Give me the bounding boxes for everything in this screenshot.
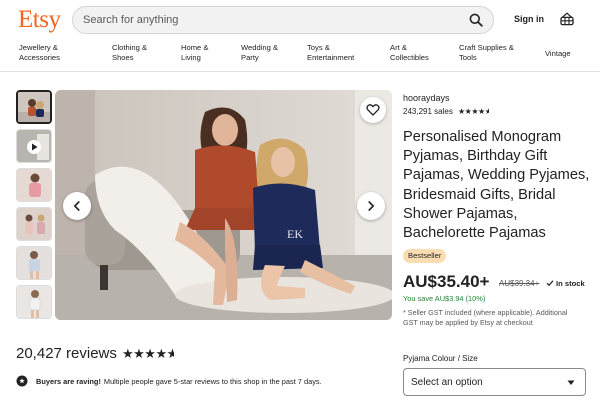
stock-status: In stock [546,279,585,288]
search-icon [469,13,483,27]
option-label: Pyjama Colour / Size [403,354,478,363]
thumbnail-image [17,247,51,279]
product-image[interactable]: EK [55,90,392,320]
bestseller-badge: Bestseller [403,249,447,263]
nav-item-toys[interactable]: Toys & Entertainment [307,43,354,63]
thumbnail-image [17,130,51,162]
original-price: AU$39.34+ [499,279,540,288]
thumbnail-1[interactable] [16,90,52,124]
thumbnail-image [17,208,51,240]
gst-note: * Seller GST included (where applicable)… [403,308,568,327]
search-input[interactable] [83,7,453,33]
product-title: Personalised Monogram Pyjamas, Birthday … [403,129,590,242]
rave-heading: Buyers are raving! [36,376,101,386]
chevron-right-icon [368,201,374,211]
thumbnail-4[interactable] [16,207,52,241]
site-header: Etsy Sign in [0,0,600,40]
heart-icon [366,104,380,116]
nav-item-home[interactable]: Home & Living [181,43,208,63]
select-value: Select an option [411,377,483,388]
etsy-logo[interactable]: Etsy [18,6,61,34]
product-price: AU$35.40+ [403,272,490,291]
review-rating-stars: ★★★★★ [122,346,174,361]
sales-count: 243,291 sales [403,107,453,116]
thumbnail-3[interactable] [16,168,52,202]
sign-in-link[interactable]: Sign in [514,14,544,24]
shopping-basket-icon [560,12,574,26]
rave-text: Multiple people gave 5-star reviews to t… [103,376,322,386]
speech-bubble-icon [16,375,28,387]
nav-item-craft[interactable]: Craft Supplies & Tools [459,43,514,63]
reviews-count[interactable]: 20,427 reviews [16,345,117,362]
nav-item-jewellery[interactable]: Jewellery & Accessories [19,43,60,63]
search-button[interactable] [467,11,485,29]
nav-item-art[interactable]: Art & Collectibles [390,43,429,63]
search-bar [72,6,494,34]
previous-image-button[interactable] [63,192,91,220]
nav-item-clothing[interactable]: Clothing & Shoes [112,43,147,63]
thumbnail-video[interactable] [16,129,52,163]
next-image-button[interactable] [357,192,385,220]
shop-name-link[interactable]: hooraydays [403,93,450,103]
thumbnail-5[interactable] [16,246,52,280]
nav-item-wedding[interactable]: Wedding & Party [241,43,278,63]
product-photo: EK [55,90,392,320]
category-nav: Jewellery & Accessories Clothing & Shoes H… [0,42,600,72]
shop-rating-stars: ★★★★★ [458,107,490,116]
thumbnail-image [18,92,50,122]
checkmark-icon [546,280,554,287]
thumbnail-image [17,286,51,318]
thumbnail-image [17,169,51,201]
watermark: wtvid.com [550,386,586,395]
svg-text:EK: EK [287,227,303,241]
cart-button[interactable] [559,11,575,27]
chevron-left-icon [74,201,80,211]
favorite-button[interactable] [360,97,386,123]
nav-item-vintage[interactable]: Vintage [545,49,571,59]
thumbnail-6[interactable] [16,285,52,319]
buyers-raving-note: Buyers are raving! Multiple people gave … [16,374,322,388]
saving-text: You save AU$3.94 (10%) [403,294,486,303]
